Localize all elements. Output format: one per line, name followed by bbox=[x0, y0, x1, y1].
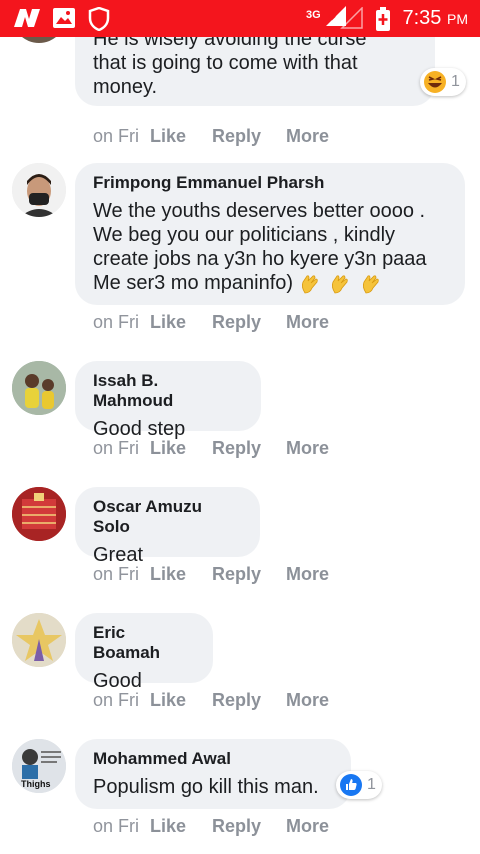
comment-text-line-with-emoji: Me ser3 mo mpaninfo) bbox=[93, 271, 447, 295]
comment-text-line: He is wisely avoiding the curse bbox=[93, 37, 367, 50]
clapping-hands-icon bbox=[299, 272, 385, 294]
avatar[interactable]: Thighs bbox=[12, 739, 66, 793]
comment-bubble[interactable]: Mohammed Awal Populism go kill this man. bbox=[75, 739, 351, 809]
comment-text-line: that is going to come with that bbox=[93, 52, 358, 74]
comment-actions: on Fri Like Reply More bbox=[93, 690, 329, 711]
comment-time: on Fri bbox=[93, 438, 140, 458]
comment-author[interactable]: Eric Boamah bbox=[93, 623, 195, 663]
network-type: 3G bbox=[306, 9, 321, 21]
avatar[interactable] bbox=[12, 163, 66, 217]
signal-empty-icon bbox=[340, 6, 364, 34]
like-button[interactable]: Like bbox=[150, 690, 207, 711]
comment-actions: on Fri Like Reply More bbox=[93, 564, 329, 585]
like-button[interactable]: Like bbox=[150, 564, 207, 585]
comment-bubble[interactable]: Frimpong Emmanuel Pharsh We the youths d… bbox=[75, 163, 465, 305]
reaction-summary[interactable]: 1 bbox=[420, 68, 466, 96]
reply-button[interactable]: Reply bbox=[212, 816, 281, 837]
avatar-caption: Thighs bbox=[21, 779, 51, 789]
comment-text: We the youths deserves better oooo . We … bbox=[93, 199, 447, 295]
comment-actions: on Fri Like Reply More bbox=[93, 816, 329, 837]
battery-charging-icon bbox=[376, 7, 390, 36]
comment-author[interactable]: Issah B. Mahmoud bbox=[93, 371, 243, 411]
comment-time: on Fri bbox=[93, 816, 140, 836]
reaction-count: 1 bbox=[367, 776, 376, 793]
like-button[interactable]: Like bbox=[150, 126, 207, 147]
comment-bubble[interactable]: Eric Boamah Good bbox=[75, 613, 213, 692]
comment-text-line: Me ser3 mo mpaninfo) bbox=[93, 272, 294, 294]
clock: 7:35 PM bbox=[403, 7, 469, 30]
reply-button[interactable]: Reply bbox=[212, 312, 281, 333]
like-reaction-icon bbox=[340, 774, 362, 796]
comment-actions: on Fri Like Reply More bbox=[93, 438, 329, 459]
comment-actions: on Fri Like Reply More bbox=[93, 126, 329, 147]
avatar[interactable] bbox=[12, 37, 66, 43]
gallery-icon bbox=[52, 7, 76, 34]
like-button[interactable]: Like bbox=[150, 438, 207, 459]
more-button[interactable]: More bbox=[286, 564, 329, 585]
more-button[interactable]: More bbox=[286, 438, 329, 459]
clock-ampm: PM bbox=[447, 11, 468, 27]
status-bar: 3G 7:35 PM bbox=[0, 0, 480, 37]
comment-feed[interactable]: He is wisely avoiding the curse that is … bbox=[0, 37, 480, 854]
comment-bubble[interactable]: Issah B. Mahmoud Good step bbox=[75, 361, 261, 440]
comment-text: Populism go kill this man. bbox=[93, 776, 319, 798]
comment-author[interactable]: Oscar Amuzu Solo bbox=[93, 497, 242, 537]
reply-button[interactable]: Reply bbox=[212, 126, 281, 147]
avatar[interactable] bbox=[12, 361, 66, 415]
comment-text-line: money. bbox=[93, 76, 158, 98]
comment-text-line: We the youths deserves better oooo . bbox=[93, 200, 426, 222]
reply-button[interactable]: Reply bbox=[212, 564, 281, 585]
comment-author[interactable]: Frimpong Emmanuel Pharsh bbox=[93, 173, 447, 193]
comment-bubble[interactable]: He is wisely avoiding the curse that is … bbox=[75, 37, 435, 106]
comment-text-line: create jobs na y3n ho kyere y3n paaa bbox=[93, 248, 427, 270]
like-button[interactable]: Like bbox=[150, 816, 207, 837]
more-button[interactable]: More bbox=[286, 816, 329, 837]
comment-time: on Fri bbox=[93, 126, 140, 146]
comment-actions: on Fri Like Reply More bbox=[93, 312, 329, 333]
news-app-icon bbox=[12, 7, 42, 34]
reply-button[interactable]: Reply bbox=[212, 690, 281, 711]
more-button[interactable]: More bbox=[286, 312, 329, 333]
haha-reaction-icon bbox=[424, 71, 446, 93]
like-button[interactable]: Like bbox=[150, 312, 207, 333]
comment-time: on Fri bbox=[93, 312, 140, 332]
comment-time: on Fri bbox=[93, 564, 140, 584]
more-button[interactable]: More bbox=[286, 126, 329, 147]
more-button[interactable]: More bbox=[286, 690, 329, 711]
comment-time: on Fri bbox=[93, 690, 140, 710]
comment-text-line: We beg you our politicians , kindly bbox=[93, 224, 396, 246]
avatar[interactable] bbox=[12, 487, 66, 541]
reply-button[interactable]: Reply bbox=[212, 438, 281, 459]
comment-author[interactable]: Mohammed Awal bbox=[93, 749, 333, 769]
avatar[interactable] bbox=[12, 613, 66, 667]
reaction-summary[interactable]: 1 bbox=[336, 771, 382, 799]
reaction-count: 1 bbox=[451, 73, 460, 90]
shield-icon bbox=[88, 6, 110, 36]
clock-time: 7:35 bbox=[402, 7, 442, 29]
comment-bubble[interactable]: Oscar Amuzu Solo Great bbox=[75, 487, 260, 566]
comment-text: He is wisely avoiding the curse that is … bbox=[93, 37, 417, 99]
